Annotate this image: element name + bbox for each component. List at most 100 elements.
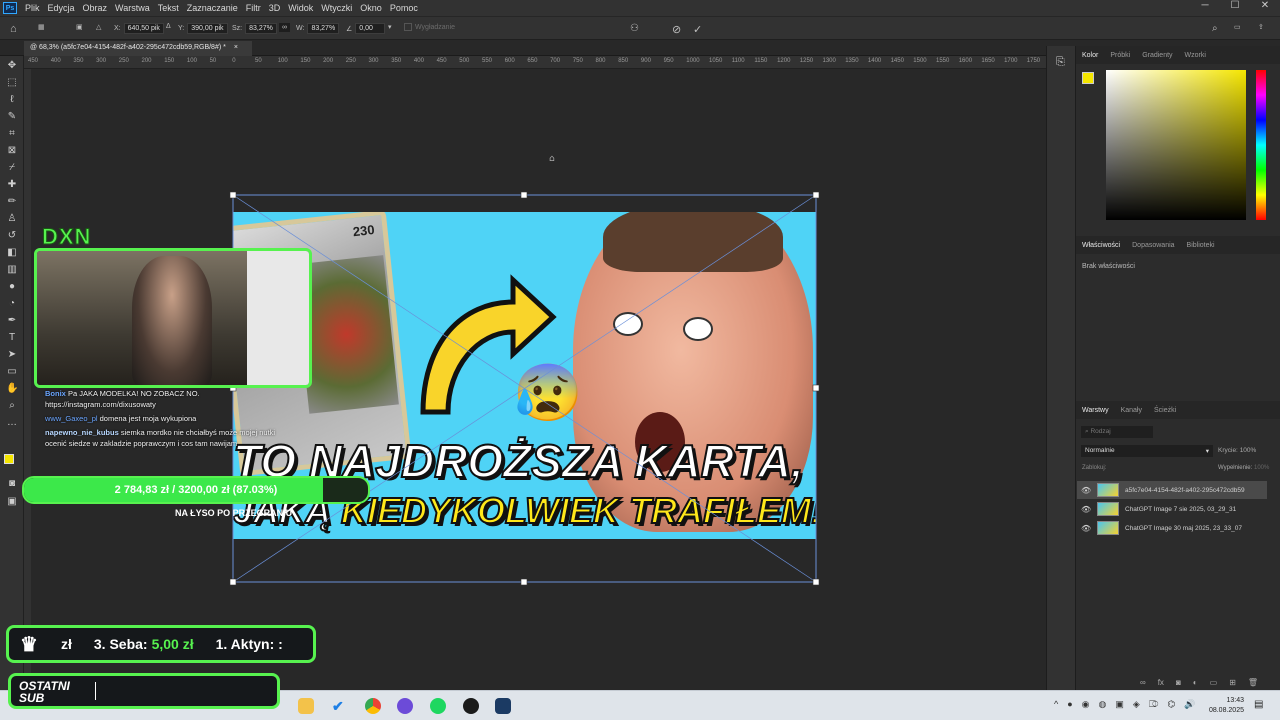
menu-image[interactable]: Obraz xyxy=(79,3,112,13)
blur-tool-icon[interactable]: ● xyxy=(6,281,18,293)
frame-tool-icon[interactable]: ⊠ xyxy=(6,145,18,157)
tab-paths[interactable]: Ścieżki xyxy=(1148,407,1182,414)
layer-row[interactable]: 👁 ChatGPT Image 7 sie 2025, 03_29_31 xyxy=(1077,500,1267,518)
menu-file[interactable]: Plik xyxy=(21,3,44,13)
layer-row-selected[interactable]: 👁 a5fc7e04-4154-482f-a402-295c472cdb59 xyxy=(1077,481,1267,499)
home-icon[interactable]: ⌂ xyxy=(10,23,17,35)
maximize-icon[interactable]: ☐ xyxy=(1220,0,1250,16)
share-icon[interactable]: ⇪ xyxy=(1258,23,1264,31)
width-field[interactable]: 83,27% xyxy=(245,23,277,34)
clock[interactable]: 13:43 08.08.2025 xyxy=(1200,696,1244,716)
commit-transform-icon[interactable]: ✓ xyxy=(693,23,702,36)
menu-plugins[interactable]: Wtyczki xyxy=(317,3,356,13)
trash-icon[interactable]: 🗑 xyxy=(1248,678,1258,687)
link-icon[interactable]: ∞ xyxy=(279,23,290,32)
menu-edit[interactable]: Edycja xyxy=(44,3,79,13)
menu-type[interactable]: Tekst xyxy=(154,3,183,13)
tab-libraries[interactable]: Biblioteki xyxy=(1181,242,1221,249)
eyedropper-tool-icon[interactable]: ⌿ xyxy=(6,162,18,174)
height-field[interactable]: 83,27% xyxy=(307,23,340,34)
tab-swatches[interactable]: Próbki xyxy=(1104,52,1136,59)
layer-row[interactable]: 👁 ChatGPT Image 30 maj 2025, 23_33_07 xyxy=(1077,519,1267,537)
layer-filter-search[interactable]: ⌕ Rodzaj xyxy=(1081,426,1153,438)
history-brush-tool-icon[interactable]: ↺ xyxy=(6,230,18,242)
type-tool-icon[interactable]: T xyxy=(6,332,18,344)
interpolation-dropdown[interactable]: ▾ xyxy=(388,23,392,31)
language-icon[interactable]: ⎄ xyxy=(1149,699,1159,710)
file-explorer-icon[interactable] xyxy=(298,698,314,714)
menu-view[interactable]: Widok xyxy=(284,3,317,13)
visibility-eye-icon[interactable]: 👁 xyxy=(1081,486,1091,495)
tab-color[interactable]: Kolor xyxy=(1076,52,1104,59)
fill-control[interactable]: Wypełnienie: 100% xyxy=(1218,465,1269,471)
history-panel-icon[interactable]: ⎘ xyxy=(1056,56,1065,69)
close-tab-icon[interactable]: × xyxy=(234,44,238,51)
notifications-icon[interactable]: ▤ xyxy=(1254,699,1263,710)
network-icon[interactable]: ⌬ xyxy=(1167,699,1175,710)
smooth-checkbox[interactable] xyxy=(404,23,412,31)
healing-tool-icon[interactable]: ✚ xyxy=(6,179,18,191)
stamp-tool-icon[interactable]: ♙ xyxy=(6,213,18,225)
quick-mask-icon[interactable]: ◙ xyxy=(6,478,18,490)
adjustment-icon[interactable]: ◐ xyxy=(1193,678,1198,687)
fx-icon[interactable]: fx xyxy=(1158,678,1164,687)
chevron-up-icon[interactable]: ^ xyxy=(1054,699,1058,710)
more-tools-icon[interactable]: … xyxy=(6,417,18,429)
link-layers-icon[interactable]: ∞ xyxy=(1140,678,1146,687)
move-tool-options-icon[interactable]: ▦ xyxy=(38,23,45,31)
zoom-tool-icon[interactable]: ⌕ xyxy=(6,400,18,412)
workspace-icon[interactable]: ▭ xyxy=(1234,23,1241,31)
close-icon[interactable]: ✕ xyxy=(1250,0,1280,16)
opacity-control[interactable]: Krycie: 100% xyxy=(1218,447,1256,454)
visibility-eye-icon[interactable]: 👁 xyxy=(1081,524,1091,533)
hand-tool-icon[interactable]: ✋ xyxy=(6,383,18,395)
angle-field[interactable]: 0,00 xyxy=(355,23,386,34)
tab-patterns[interactable]: Wzorki xyxy=(1179,52,1212,59)
menu-filter[interactable]: Filtr xyxy=(242,3,265,13)
quick-select-tool-icon[interactable]: ✎ xyxy=(6,111,18,123)
hue-slider[interactable] xyxy=(1256,70,1266,220)
menu-3d[interactable]: 3D xyxy=(265,3,285,13)
crop-tool-icon[interactable]: ⌗ xyxy=(6,128,18,140)
move-tool-icon[interactable]: ✥ xyxy=(6,60,18,72)
app-icon-purple[interactable] xyxy=(397,698,413,714)
shape-tool-icon[interactable]: ▭ xyxy=(6,366,18,378)
tab-gradients[interactable]: Gradienty xyxy=(1136,52,1178,59)
warp-icon[interactable]: ⚇ xyxy=(630,23,639,34)
path-select-tool-icon[interactable]: ➤ xyxy=(6,349,18,361)
menu-window[interactable]: Okno xyxy=(356,3,386,13)
cancel-transform-icon[interactable]: ⊘ xyxy=(672,23,681,36)
chrome-icon[interactable] xyxy=(365,698,381,714)
x-position-field[interactable]: 640,50 pik xyxy=(123,23,164,34)
tray-app-icon[interactable]: ◈ xyxy=(1133,699,1140,710)
marquee-tool-icon[interactable]: ⬚ xyxy=(6,77,18,89)
menu-select[interactable]: Zaznaczanie xyxy=(183,3,242,13)
tray-app-icon[interactable]: ▣ xyxy=(1115,699,1124,710)
gradient-tool-icon[interactable]: ▥ xyxy=(6,264,18,276)
lasso-tool-icon[interactable]: ℓ xyxy=(6,94,18,106)
todo-icon[interactable]: ✔ xyxy=(332,698,348,714)
tray-app-icon[interactable]: ● xyxy=(1067,699,1072,710)
pen-tool-icon[interactable]: ✒ xyxy=(6,315,18,327)
tray-app-icon[interactable]: ◍ xyxy=(1099,699,1107,710)
obs-icon[interactable] xyxy=(463,698,479,714)
tray-app-icon[interactable]: ◉ xyxy=(1082,699,1090,710)
menu-help[interactable]: Pomoc xyxy=(386,3,422,13)
mask-icon[interactable]: ◙ xyxy=(1176,678,1181,687)
dodge-tool-icon[interactable]: ◔ xyxy=(6,298,18,310)
group-icon[interactable]: ▭ xyxy=(1210,678,1218,687)
tab-layers[interactable]: Warstwy xyxy=(1076,407,1115,414)
document-tab[interactable]: @ 68,3% (a5fc7e04-4154-482f-a402-295c472… xyxy=(24,41,252,56)
y-position-field[interactable]: 390,00 pik xyxy=(187,23,228,34)
tab-channels[interactable]: Kanały xyxy=(1115,407,1148,414)
blend-mode-select[interactable]: Normalnie ▾ xyxy=(1081,445,1213,457)
menu-layer[interactable]: Warstwa xyxy=(111,3,154,13)
spotify-icon[interactable] xyxy=(430,698,446,714)
minimize-icon[interactable]: ─ xyxy=(1190,0,1220,16)
tab-adjustments[interactable]: Dopasowania xyxy=(1126,242,1180,249)
reference-point-icon[interactable]: ▣ xyxy=(76,23,83,31)
eraser-tool-icon[interactable]: ◧ xyxy=(6,247,18,259)
brush-tool-icon[interactable]: ✏ xyxy=(6,196,18,208)
new-layer-icon[interactable]: ⊞ xyxy=(1229,678,1236,687)
color-picker-field[interactable] xyxy=(1106,70,1246,220)
